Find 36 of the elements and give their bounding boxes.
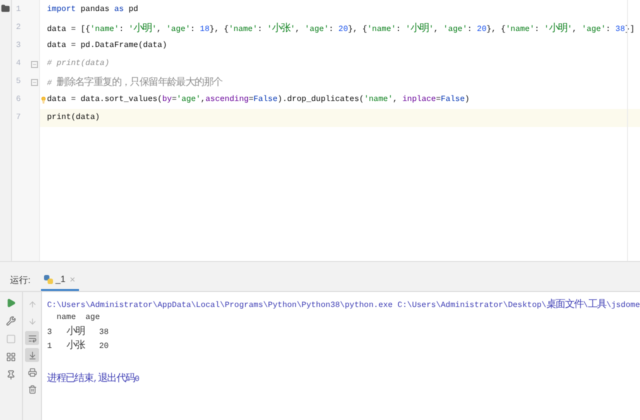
output-line: name age [56, 312, 100, 324]
line-number: 4 [16, 58, 21, 70]
code-line: data = data.sort_values(by='age',ascending=False).drop_duplicates('name', inplace=False) [47, 94, 470, 106]
run-icon[interactable] [6, 298, 16, 308]
line-number: 5 [16, 76, 21, 88]
code-line: # 删除名字重复的，只保留年龄最大的那个 [47, 76, 222, 90]
code-line: import pandas as pd [47, 4, 138, 16]
trash-icon [28, 384, 37, 394]
output-line: 3 小明 38 [47, 324, 109, 340]
fold-marker-icon[interactable] [31, 60, 38, 68]
line-number: 2 [16, 22, 21, 34]
line-number: 6 [16, 94, 21, 106]
printer-icon [28, 368, 37, 376]
folder-icon[interactable] [1, 4, 10, 13]
code-line: # print(data) [47, 58, 110, 70]
wrap-icon [28, 334, 37, 342]
wrench-icon[interactable] [6, 316, 16, 326]
scroll-to-end-icon [28, 350, 37, 360]
down-arrow-icon [28, 316, 37, 326]
toolbar-button[interactable] [25, 331, 40, 345]
up-arrow-icon [28, 300, 37, 308]
toolbar-button[interactable] [25, 348, 40, 362]
python-icon [44, 274, 53, 284]
code-line: print(data) [47, 112, 100, 124]
run-label: 运行: [10, 274, 31, 286]
fold-marker-icon[interactable] [31, 78, 38, 86]
line-number: 7 [16, 112, 21, 124]
line-number: 1 [16, 4, 21, 16]
line-number: 3 [16, 40, 21, 52]
command-line: C:\Users\Administrator\AppData\Local\Programs\Python\Python38\python.exe C:\Users\Administrator\Desktop\桌面文件\工具\jsdome [47, 298, 640, 312]
code-line: data = pd.DataFrame(data) [47, 40, 168, 52]
exit-message: 进程已结束,退出代码0 [47, 372, 140, 386]
pin-icon[interactable] [6, 370, 16, 380]
output-line: 1 小张 20 [47, 338, 109, 353]
layout-icon[interactable] [6, 352, 16, 362]
run-tab[interactable]: _1 [40, 272, 79, 291]
